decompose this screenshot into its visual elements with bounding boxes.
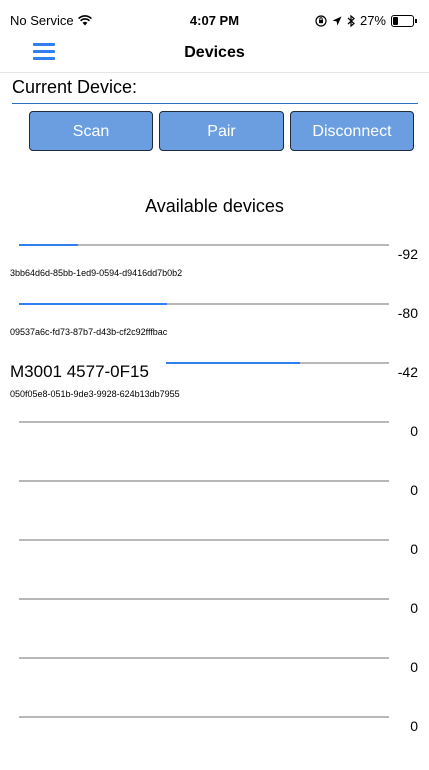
- page-title: Devices: [184, 44, 245, 61]
- rssi-value: -92: [397, 246, 418, 262]
- status-bar: No Service 4:07 PM 27%: [0, 0, 429, 40]
- bluetooth-icon: [347, 14, 355, 27]
- battery-icon: [391, 14, 414, 27]
- device-row[interactable]: M3001 4577-0F15 -42 050f05e8-051b-9de3-9…: [0, 356, 429, 416]
- signal-bar: [19, 657, 389, 659]
- device-row[interactable]: 0: [0, 474, 429, 534]
- signal-bar: [19, 421, 389, 423]
- scan-button[interactable]: Scan: [29, 111, 153, 151]
- device-row[interactable]: -80 09537a6c-fd73-87b7-d43b-cf2c92fffbac: [0, 297, 429, 357]
- device-uuid: 09537a6c-fd73-87b7-d43b-cf2c92fffbac: [10, 327, 168, 337]
- rssi-value: 0: [410, 541, 418, 557]
- battery-fill: [393, 16, 398, 25]
- battery-percent: 27%: [359, 13, 386, 28]
- device-uuid: 050f05e8-051b-9de3-9928-624b13db7955: [10, 389, 180, 399]
- device-row[interactable]: 0: [0, 415, 429, 475]
- signal-bar: [19, 480, 389, 482]
- signal-bar: [19, 539, 389, 541]
- device-row[interactable]: 0: [0, 651, 429, 711]
- device-row[interactable]: 0: [0, 533, 429, 593]
- rssi-value: 0: [410, 482, 418, 498]
- disconnect-button[interactable]: Disconnect: [290, 111, 414, 151]
- section-title: Available devices: [145, 196, 284, 216]
- signal-bar: [166, 362, 389, 364]
- signal-bar: [19, 598, 389, 600]
- current-device-label: Current Device:: [12, 77, 138, 97]
- rssi-value: -80: [397, 305, 418, 321]
- rssi-value: 0: [410, 600, 418, 616]
- device-row[interactable]: 0: [0, 592, 429, 652]
- device-uuid: 3bb64d6d-85bb-1ed9-0594-d9416dd7b0b2: [10, 268, 183, 278]
- signal-bar: [19, 716, 389, 718]
- signal-bar: [19, 303, 389, 305]
- device-row[interactable]: 0: [0, 710, 429, 770]
- location-arrow-icon: [332, 16, 342, 25]
- action-buttons: Scan Pair Disconnect: [29, 111, 415, 153]
- rssi-value: -42: [397, 364, 418, 380]
- rssi-value: 0: [410, 718, 418, 734]
- device-name: M3001 4577-0F15: [10, 362, 149, 381]
- signal-bar: [19, 244, 389, 246]
- nav-bar: Devices: [0, 36, 429, 73]
- device-row[interactable]: -92 3bb64d6d-85bb-1ed9-0594-d9416dd7b0b2: [0, 238, 429, 298]
- status-right: 27%: [315, 13, 417, 28]
- rssi-value: 0: [410, 659, 418, 675]
- signal-bar-fill: [19, 244, 79, 246]
- orientation-lock-icon: [315, 14, 327, 27]
- signal-bar-fill: [19, 303, 167, 305]
- pair-button[interactable]: Pair: [159, 111, 284, 151]
- battery-tip: [415, 18, 417, 23]
- rssi-value: 0: [410, 423, 418, 439]
- current-device-field: Current Device:: [12, 77, 418, 104]
- signal-bar-fill: [166, 362, 300, 364]
